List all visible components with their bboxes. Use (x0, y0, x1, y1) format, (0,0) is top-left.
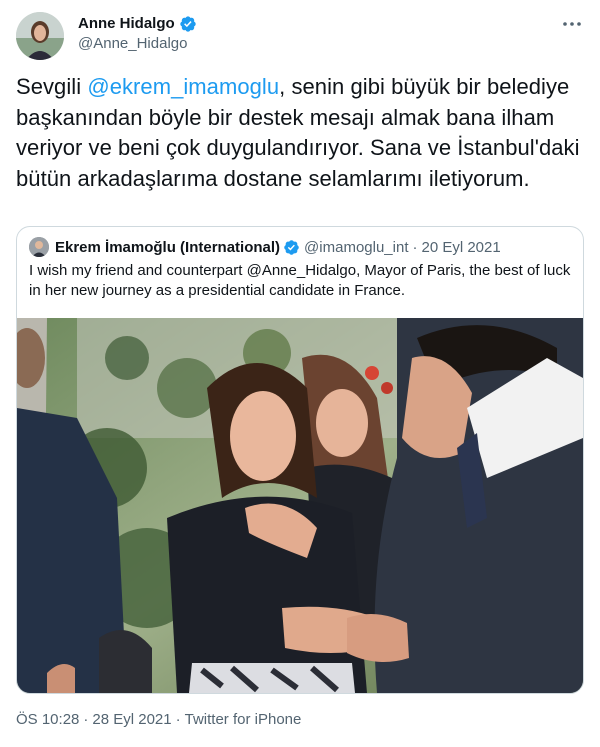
quoted-tweet-header: Ekrem İmamoğlu (International) @imamoglu… (29, 237, 501, 257)
quoted-tweet-text: I wish my friend and counterpart @Anne_H… (29, 262, 571, 299)
quoted-date[interactable]: 20 Eyl 2021 (421, 239, 500, 256)
quoted-verified-badge-icon (284, 239, 299, 255)
author-name[interactable]: Anne Hidalgo (78, 14, 197, 34)
tweet-time[interactable]: ÖS 10:28 (16, 711, 79, 728)
author-names: Anne Hidalgo @Anne_Hidalgo (78, 14, 197, 54)
quoted-author-avatar[interactable] (29, 237, 49, 257)
author-name-text[interactable]: Anne Hidalgo (78, 14, 175, 34)
author-handle[interactable]: @Anne_Hidalgo (78, 34, 197, 54)
meta-separator: · (175, 711, 181, 728)
verified-badge-icon (179, 16, 196, 32)
tweet-header: Anne Hidalgo @Anne_Hidalgo (16, 12, 584, 62)
tweet-date[interactable]: 28 Eyl 2021 (92, 711, 171, 728)
quoted-tweet-photo[interactable] (17, 318, 583, 693)
tweet-mention-link[interactable]: @ekrem_imamoglu (87, 74, 279, 99)
more-options-icon[interactable] (560, 14, 584, 34)
tweet-text: Sevgili @ekrem_imamoglu, senin gibi büyü… (16, 72, 588, 194)
quoted-separator: · (412, 238, 418, 256)
quoted-author-name[interactable]: Ekrem İmamoğlu (International) (55, 239, 280, 256)
meta-separator: · (83, 711, 89, 728)
quoted-tweet[interactable]: Ekrem İmamoğlu (International) @imamoglu… (16, 226, 584, 694)
author-avatar[interactable] (16, 12, 64, 60)
quoted-author-handle[interactable]: @imamoglu_int (304, 239, 408, 256)
tweet-meta: ÖS 10:28 · 28 Eyl 2021 · Twitter for iPhone (16, 710, 305, 730)
tweet-text-start: Sevgili (16, 74, 88, 99)
tweet: Anne Hidalgo @Anne_Hidalgo Sevgili @ekre… (0, 0, 600, 747)
tweet-source[interactable]: Twitter for iPhone (185, 711, 302, 728)
